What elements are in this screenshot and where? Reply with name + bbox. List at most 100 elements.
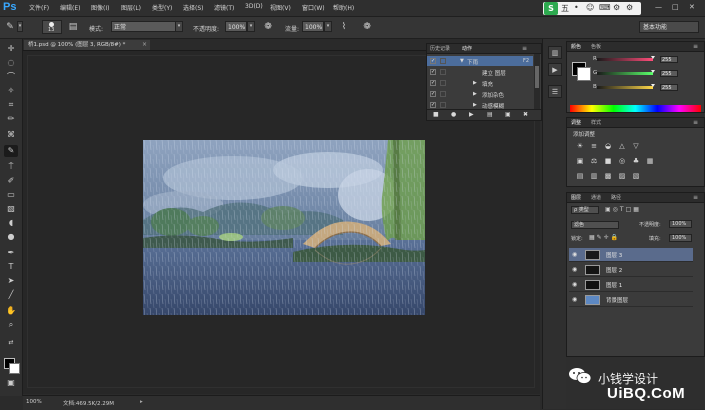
ime-mode[interactable]: 五 bbox=[561, 3, 569, 14]
mode-dropdown-arrow[interactable]: ▾ bbox=[175, 21, 183, 32]
action-enabled-checkbox[interactable]: ✓ bbox=[430, 102, 436, 108]
action-enabled-checkbox[interactable]: ✓ bbox=[430, 58, 436, 64]
workspace-select[interactable]: 基本功能 bbox=[639, 21, 699, 33]
background-color-swatch[interactable] bbox=[9, 363, 20, 374]
lasso-tool-icon[interactable]: ⌒ bbox=[4, 71, 18, 83]
eraser-tool-icon[interactable]: ▭ bbox=[4, 189, 18, 201]
status-menu-arrow-icon[interactable]: ▸ bbox=[140, 399, 143, 405]
menu-select[interactable]: 选择(S) bbox=[183, 3, 204, 12]
adjustment-icon[interactable]: ▣ bbox=[575, 157, 585, 165]
layer-filter-icons[interactable]: ▣◎T□▦ bbox=[605, 206, 641, 213]
ime-toolbar[interactable]: S 五 • ☺ ⌨ ⚙ ⚙ bbox=[543, 2, 641, 15]
dialog-toggle-checkbox[interactable] bbox=[440, 80, 446, 86]
slider-handle-icon[interactable] bbox=[651, 70, 655, 73]
menu-layer[interactable]: 图层(L) bbox=[121, 3, 141, 12]
scroll-thumb[interactable] bbox=[535, 66, 539, 88]
properties-panel-icon[interactable]: ☰ bbox=[548, 85, 562, 98]
action-row[interactable]: ✓ ▶ 添加杂色 bbox=[427, 89, 533, 99]
quick-mask-icon[interactable]: ▣ bbox=[4, 377, 18, 389]
close-icon[interactable]: ✕ bbox=[689, 3, 695, 11]
dialog-toggle-checkbox[interactable] bbox=[440, 91, 446, 97]
action-expand-icon[interactable]: ▼ bbox=[460, 58, 464, 64]
stamp-tool-icon[interactable]: ⍑ bbox=[4, 161, 18, 173]
adjustment-icon[interactable]: ◎ bbox=[617, 157, 627, 165]
flow-dropdown-arrow[interactable]: ▾ bbox=[324, 21, 332, 32]
eyedropper-tool-icon[interactable]: ✏ bbox=[4, 113, 18, 125]
keyboard-icon[interactable]: ⌨ bbox=[599, 3, 611, 12]
background-color-swatch[interactable] bbox=[577, 67, 591, 81]
punctuation-icon[interactable]: • bbox=[574, 3, 579, 12]
mode-select[interactable]: 正常 bbox=[111, 21, 183, 32]
maximize-icon[interactable]: □ bbox=[672, 3, 679, 11]
tab-styles[interactable]: 样式 bbox=[591, 119, 601, 126]
brush-panel-icon[interactable]: ▤ bbox=[67, 21, 79, 33]
channel-slider[interactable] bbox=[597, 86, 653, 89]
play-icon[interactable]: ▶ bbox=[469, 111, 474, 118]
menu-file[interactable]: 文件(F) bbox=[29, 3, 49, 12]
tab-history[interactable]: 历史记录 bbox=[430, 45, 450, 52]
action-row[interactable]: ✓ ▼ 下雨 F2 bbox=[427, 56, 533, 66]
record-icon[interactable]: ● bbox=[451, 111, 456, 118]
brush-tool-icon[interactable]: ✎ bbox=[4, 145, 18, 157]
new-set-icon[interactable]: ▤ bbox=[487, 111, 493, 118]
crop-tool-icon[interactable]: ⌗ bbox=[4, 99, 18, 111]
channel-value[interactable]: 255 bbox=[660, 56, 678, 63]
marquee-tool-icon[interactable]: ◌ bbox=[4, 57, 18, 69]
brush-picker[interactable]: 13 bbox=[42, 20, 62, 34]
adjustment-icon[interactable]: ▦ bbox=[645, 157, 655, 165]
minimize-icon[interactable]: — bbox=[655, 3, 662, 11]
pen-tool-icon[interactable]: ✒ bbox=[4, 247, 18, 259]
tab-adjustments[interactable]: 调整 bbox=[571, 119, 581, 126]
blur-tool-icon[interactable]: ◖ bbox=[4, 217, 18, 229]
gradient-tool-icon[interactable]: ▧ bbox=[4, 203, 18, 215]
path-select-tool-icon[interactable]: ➤ bbox=[4, 275, 18, 287]
close-document-icon[interactable]: × bbox=[142, 40, 150, 50]
adjustment-icon[interactable]: ▤ bbox=[575, 172, 585, 180]
adjustment-icon[interactable]: ≡ bbox=[589, 142, 599, 150]
slider-handle-icon[interactable] bbox=[651, 84, 655, 87]
action-row[interactable]: ✓ ▶ 填充 bbox=[427, 78, 533, 88]
layer-kind-filter[interactable]: ρ 类型 bbox=[571, 206, 599, 214]
tab-paths[interactable]: 路径 bbox=[611, 194, 621, 201]
history-brush-tool-icon[interactable]: ✐ bbox=[4, 175, 18, 187]
pressure-opacity-icon[interactable]: ❁ bbox=[262, 21, 274, 33]
action-enabled-checkbox[interactable]: ✓ bbox=[430, 91, 436, 97]
shape-tool-icon[interactable]: ╱ bbox=[4, 289, 18, 301]
panel-menu-icon[interactable]: ≡ bbox=[693, 43, 698, 50]
tool-preset-dropdown[interactable]: ▾ bbox=[17, 21, 23, 32]
adjustment-icon[interactable]: △ bbox=[617, 142, 627, 150]
adjustment-icon[interactable]: ♣ bbox=[631, 157, 641, 165]
adjustment-icon[interactable]: ☀ bbox=[575, 142, 585, 150]
opacity-input[interactable]: 100% bbox=[225, 21, 247, 32]
pressure-size-icon[interactable]: ❁ bbox=[361, 21, 373, 33]
tab-channels[interactable]: 通道 bbox=[591, 194, 601, 201]
document-image[interactable] bbox=[143, 140, 425, 315]
layer-row[interactable]: ◉ 图层 1 bbox=[569, 278, 693, 292]
history-panel-icon[interactable]: ▥ bbox=[548, 46, 562, 59]
menu-image[interactable]: 图像(I) bbox=[91, 3, 109, 12]
action-row[interactable]: ✓ 建立 图层 bbox=[427, 67, 533, 77]
tab-swatches[interactable]: 色板 bbox=[591, 43, 601, 50]
eye-icon[interactable]: ◉ bbox=[572, 266, 577, 273]
move-tool-icon[interactable]: ✛ bbox=[4, 43, 18, 55]
stop-recording-icon[interactable]: ■ bbox=[433, 111, 439, 118]
quick-select-tool-icon[interactable]: ✧ bbox=[4, 85, 18, 97]
dialog-toggle-checkbox[interactable] bbox=[440, 58, 446, 64]
menu-window[interactable]: 窗口(W) bbox=[302, 3, 325, 12]
emoji-icon[interactable]: ☺ bbox=[586, 3, 594, 12]
hand-tool-icon[interactable]: ✋ bbox=[4, 305, 18, 317]
action-expand-icon[interactable]: ▶ bbox=[473, 91, 477, 97]
airbrush-icon[interactable]: ⌇ bbox=[338, 21, 350, 33]
color-spectrum-ramp[interactable] bbox=[570, 105, 701, 112]
eye-icon[interactable]: ◉ bbox=[572, 296, 577, 303]
actions-scrollbar[interactable] bbox=[534, 54, 540, 110]
tab-layers[interactable]: 图层 bbox=[571, 194, 581, 201]
delete-icon[interactable]: ✖ bbox=[523, 111, 528, 118]
sogou-icon[interactable]: S bbox=[544, 2, 558, 15]
slider-handle-icon[interactable] bbox=[651, 56, 655, 59]
menu-view[interactable]: 视图(V) bbox=[270, 3, 291, 12]
menu-type[interactable]: 类型(Y) bbox=[152, 3, 172, 12]
flow-input[interactable]: 100% bbox=[302, 21, 324, 32]
layer-row[interactable]: ◉ 背景图层 bbox=[569, 293, 693, 307]
channel-slider[interactable] bbox=[597, 72, 653, 75]
